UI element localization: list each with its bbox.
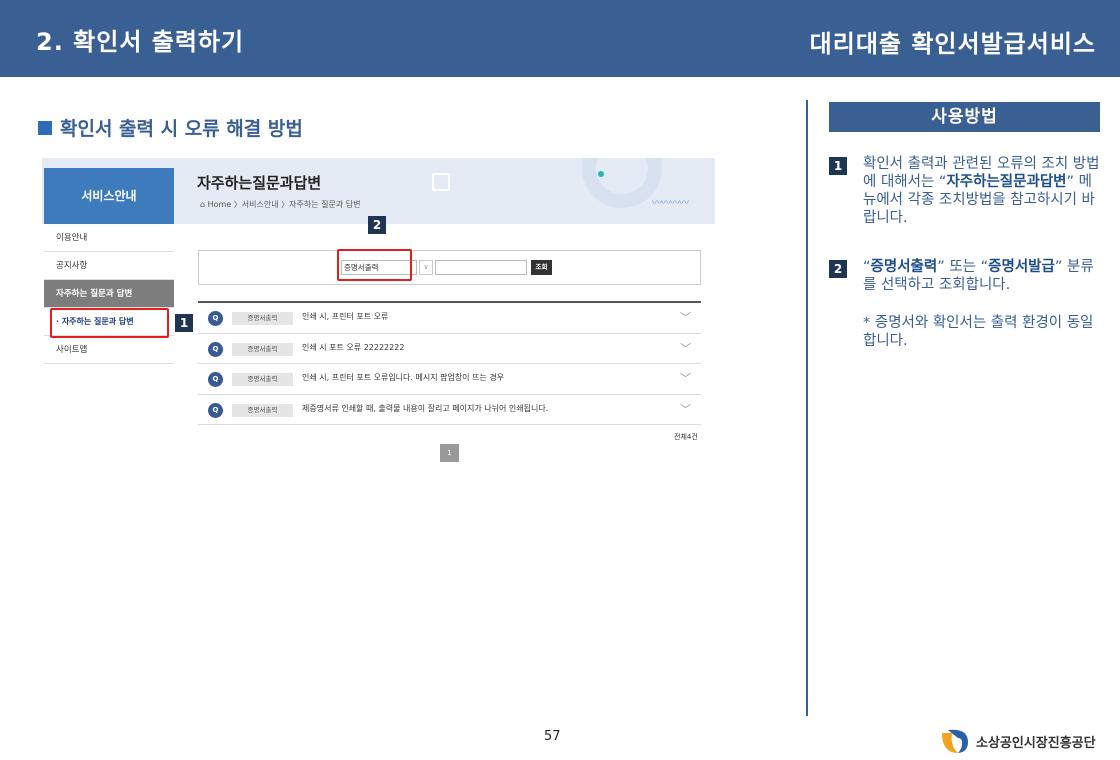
chevron-down-icon[interactable]: ∨ [419, 260, 433, 275]
faq-row[interactable]: Q 증명서출력 인쇄 시, 프린터 포트 오류입니다. 메시지 팝업창이 뜨는 … [198, 364, 701, 395]
step-marker-1: 1 [175, 314, 193, 332]
faq-page-title: 자주하는질문과답변 [197, 174, 322, 192]
faq-row[interactable]: Q 증명서출력 인쇄 시, 프린터 포트 오류 ﹀ [198, 303, 701, 334]
chevron-down-icon[interactable]: ﹀ [680, 309, 691, 325]
search-input[interactable] [435, 260, 527, 275]
breadcrumb: ⌂ Home 〉서비스안내 〉자주하는 질문과 답변 [200, 200, 361, 209]
question-text: 제증명서류 인쇄할 때, 출력물 내용이 잘리고 페이지가 나뉘어 인쇄됩니다. [302, 403, 549, 413]
category-badge: 증명서출력 [232, 403, 293, 417]
usage-step-2: 2 “증명서출력” 또는 “증명서발급” 분류를 선택하고 조회합니다. [829, 258, 1100, 294]
question-text: 인쇄 시 포트 오류 22222222 [302, 342, 405, 352]
faq-row[interactable]: Q 증명서출력 제증명서류 인쇄할 때, 출력물 내용이 잘리고 페이지가 나뉘… [198, 395, 701, 425]
highlight-box-faq-menu [50, 308, 169, 338]
total-count: 전체4건 [674, 433, 698, 441]
section-title-text: 확인서 출력 시 오류 해결 방법 [60, 118, 303, 140]
side-item-guide[interactable]: 이용안내 [44, 224, 174, 252]
step-marker-2: 2 [368, 216, 386, 234]
faq-list: Q 증명서출력 인쇄 시, 프린터 포트 오류 ﹀ Q 증명서출력 인쇄 시 포… [198, 301, 701, 425]
service-title: 대리대출 확인서발급서비스 [809, 30, 1096, 58]
question-text: 인쇄 시, 프린터 포트 오류 [302, 312, 389, 321]
step-text: 확인서 출력과 관련된 오류의 조치 방법에 대해서는 “자주하는질문과답변” … [863, 156, 1100, 226]
question-icon: Q [208, 311, 223, 326]
faq-row[interactable]: Q 증명서출력 인쇄 시 포트 오류 22222222 ﹀ [198, 334, 701, 364]
side-menu-title: 서비스안내 [44, 168, 174, 224]
banner-wave-decoration: 〰〰〰〰 [652, 198, 689, 209]
slide-title: 2. 확인서 출력하기 [36, 28, 245, 56]
category-badge: 증명서출력 [232, 342, 293, 356]
question-icon: Q [208, 341, 223, 357]
usage-header: 사용방법 [829, 102, 1100, 132]
header-bar: 2. 확인서 출력하기 대리대출 확인서발급서비스 [0, 0, 1120, 77]
chevron-down-icon[interactable]: ﹀ [680, 370, 691, 386]
side-item-faq-head[interactable]: 자주하는 질문과 답변 [44, 280, 174, 308]
highlight-box-category-select [337, 249, 412, 281]
side-item-sitemap[interactable]: 사이트맵 [44, 336, 174, 364]
side-item-notice[interactable]: 공지사항 [44, 252, 174, 280]
question-icon: Q [208, 402, 223, 418]
pagination-page[interactable]: 1 [440, 444, 459, 462]
logo-mark-icon [940, 728, 970, 754]
organization-name: 소상공인시장진흥공단 [976, 735, 1096, 751]
question-text: 인쇄 시, 프린터 포트 오류입니다. 메시지 팝업창이 뜨는 경우 [302, 373, 505, 382]
question-icon: Q [208, 372, 223, 387]
usage-note: * 증명서와 확인서는 출력 환경이 동일합니다. [863, 315, 1094, 349]
step-number: 2 [829, 260, 847, 278]
page-number: 57 [544, 729, 561, 744]
chevron-down-icon[interactable]: ﹀ [680, 340, 691, 356]
step-number: 1 [829, 157, 847, 175]
category-badge: 증명서출력 [232, 373, 293, 386]
vertical-divider [806, 100, 808, 716]
banner-circle-decoration [582, 158, 662, 208]
usage-step-1: 1 확인서 출력과 관련된 오류의 조치 방법에 대해서는 “자주하는질문과답변… [829, 155, 1100, 227]
section-title: 확인서 출력 시 오류 해결 방법 [38, 114, 303, 141]
search-button[interactable]: 조회 [531, 260, 552, 275]
banner-dot-decoration [598, 171, 604, 177]
search-bar: 증명서출력 ∨ 조회 [198, 250, 701, 285]
step-text: “증명서출력” 또는 “증명서발급” 분류를 선택하고 조회합니다. [863, 259, 1094, 293]
banner-square-decoration [432, 173, 450, 191]
organization-logo: 소상공인시장진흥공단 [940, 728, 1096, 754]
category-badge: 증명서출력 [232, 312, 293, 325]
chevron-down-icon[interactable]: ﹀ [680, 401, 691, 417]
square-bullet-icon [38, 120, 52, 135]
side-menu: 이용안내 공지사항 자주하는 질문과 답변 · 자주하는 질문과 답변 사이트맵 [44, 224, 174, 364]
